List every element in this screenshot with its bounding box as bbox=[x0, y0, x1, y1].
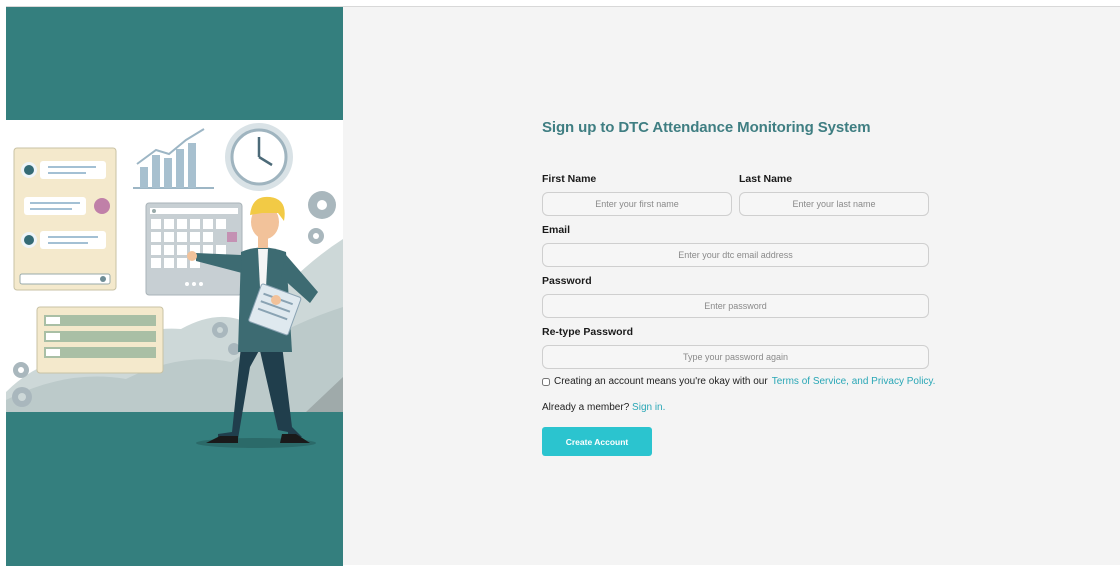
retype-password-field[interactable] bbox=[542, 345, 929, 369]
app-window: Sign up to DTC Attendance Monitoring Sys… bbox=[6, 6, 1120, 566]
first-name-label: First Name bbox=[542, 173, 597, 185]
member-text: Already a member? bbox=[542, 402, 630, 413]
terms-link[interactable]: Terms of Service, and Privacy Policy. bbox=[772, 376, 936, 387]
last-name-label: Last Name bbox=[739, 173, 793, 185]
signup-panel: Sign up to DTC Attendance Monitoring Sys… bbox=[343, 7, 1120, 566]
clock-icon bbox=[225, 123, 293, 191]
page-title: Sign up to DTC Attendance Monitoring Sys… bbox=[542, 119, 871, 136]
create-account-button[interactable]: Create Account bbox=[542, 427, 652, 456]
retype-password-label: Re-type Password bbox=[542, 326, 634, 338]
terms-text: Creating an account means you're okay wi… bbox=[554, 376, 768, 387]
password-label: Password bbox=[542, 275, 592, 287]
signin-link[interactable]: Sign in. bbox=[632, 402, 665, 413]
document-list-icon bbox=[36, 306, 164, 374]
member-row: Already a member? Sign in. bbox=[542, 402, 665, 413]
first-name-field[interactable] bbox=[542, 192, 732, 216]
email-field[interactable] bbox=[542, 243, 929, 267]
illustration bbox=[6, 123, 343, 448]
email-label: Email bbox=[542, 224, 571, 236]
bar-chart-icon bbox=[133, 128, 214, 189]
last-name-field[interactable] bbox=[739, 192, 929, 216]
chat-card-icon bbox=[13, 147, 117, 291]
terms-row: Creating an account means you're okay wi… bbox=[542, 376, 935, 387]
illustration-panel bbox=[6, 7, 343, 566]
password-field[interactable] bbox=[542, 294, 929, 318]
terms-checkbox[interactable] bbox=[542, 377, 550, 386]
calendar-icon bbox=[145, 202, 243, 296]
